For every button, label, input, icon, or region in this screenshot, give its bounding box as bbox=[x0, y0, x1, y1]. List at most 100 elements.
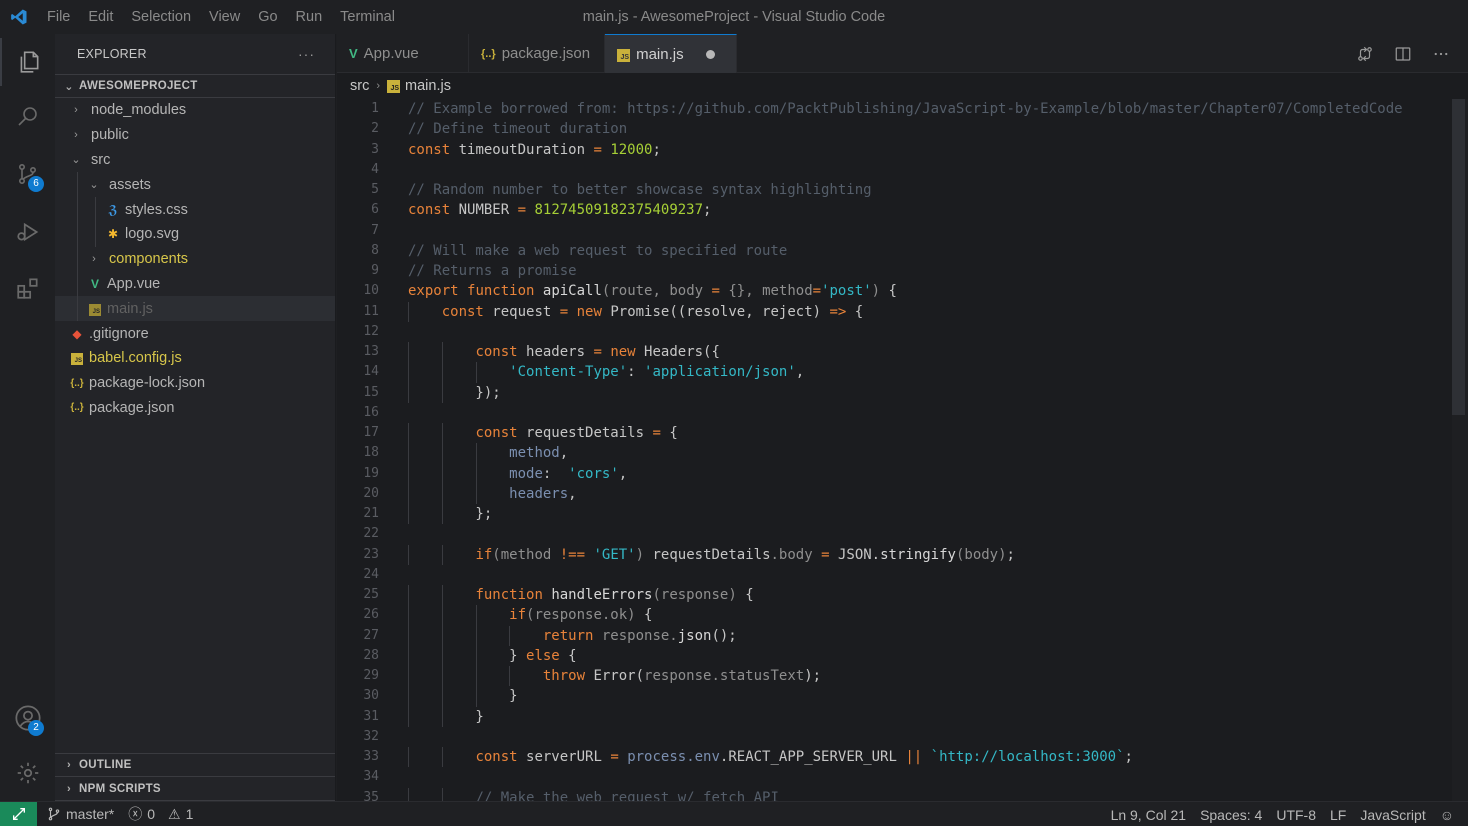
tab-main-js[interactable]: JS main.js bbox=[605, 34, 738, 73]
code-token: const bbox=[475, 749, 518, 765]
tree-item-node-modules[interactable]: › node_modules bbox=[55, 98, 335, 123]
unsaved-dot-icon[interactable] bbox=[705, 49, 715, 59]
npm-scripts-section-header[interactable]: › NPM SCRIPTS bbox=[55, 777, 335, 801]
menu-selection[interactable]: Selection bbox=[122, 9, 200, 25]
breadcrumb-file[interactable]: main.js bbox=[405, 78, 451, 94]
code-line[interactable] bbox=[408, 160, 1452, 180]
code-line[interactable]: } else { bbox=[408, 645, 1452, 666]
menu-terminal[interactable]: Terminal bbox=[331, 9, 404, 25]
code-line[interactable]: export function apiCall(route, body = {}… bbox=[408, 281, 1452, 301]
encoding[interactable]: UTF-8 bbox=[1276, 807, 1316, 823]
code-line[interactable] bbox=[408, 727, 1452, 747]
code-line[interactable]: } bbox=[408, 706, 1452, 727]
indentation[interactable]: Spaces: 4 bbox=[1200, 807, 1262, 823]
code-line[interactable]: // Returns a promise bbox=[408, 261, 1452, 281]
tree-item-assets[interactable]: ⌄ assets bbox=[55, 172, 335, 198]
js-file-icon: JS bbox=[85, 302, 105, 316]
code-editor[interactable]: 1 2 3 4 5 6 7 8 9 10 11 12 13 14 15 16 17 18 19 20 21 22 23 24 2… bbox=[337, 99, 1468, 801]
tree-item-package-lock-json[interactable]: {..} package-lock.json bbox=[55, 371, 335, 396]
project-section-header[interactable]: ⌄ AWESOMEPROJECT bbox=[55, 74, 335, 98]
code-line[interactable] bbox=[408, 221, 1452, 241]
indent-guide bbox=[441, 362, 443, 383]
more-actions-icon[interactable] bbox=[1432, 45, 1450, 63]
problems-status[interactable]: ⓧ 0 ⚠ 1 bbox=[128, 804, 193, 824]
menu-edit[interactable]: Edit bbox=[79, 9, 122, 25]
code-line[interactable] bbox=[408, 403, 1452, 423]
code-line[interactable]: }); bbox=[408, 382, 1452, 403]
code-token: const bbox=[475, 344, 518, 360]
menu-view[interactable]: View bbox=[200, 9, 249, 25]
indent-guide bbox=[77, 246, 78, 272]
branch-status[interactable]: master* bbox=[47, 806, 114, 822]
code-line[interactable]: return response.json(); bbox=[408, 625, 1452, 646]
code-line[interactable]: const timeoutDuration = 12000; bbox=[408, 140, 1452, 160]
menu-run[interactable]: Run bbox=[287, 9, 332, 25]
tree-item-main-js[interactable]: JS main.js bbox=[55, 296, 335, 322]
code-line[interactable] bbox=[408, 767, 1452, 787]
tree-item-babel-config-js[interactable]: JS babel.config.js bbox=[55, 346, 335, 371]
tree-item-gitignore[interactable]: ◆ .gitignore bbox=[55, 321, 335, 346]
code-line[interactable]: // Will make a web request to specified … bbox=[408, 241, 1452, 261]
tab-package-json[interactable]: {..} package.json bbox=[469, 34, 606, 73]
accounts-activity-button[interactable]: 2 bbox=[0, 694, 55, 742]
tree-item-app-vue[interactable]: V App.vue bbox=[55, 271, 335, 297]
code-line[interactable]: throw Error(response.statusText); bbox=[408, 666, 1452, 687]
tree-item-styles-css[interactable]: ℨ styles.css bbox=[55, 197, 335, 222]
source-control-activity-button[interactable]: 6 bbox=[0, 150, 55, 198]
code-line[interactable]: } bbox=[408, 686, 1452, 707]
extensions-activity-button[interactable] bbox=[0, 264, 55, 312]
code-line[interactable]: headers, bbox=[408, 483, 1452, 504]
manage-activity-button[interactable] bbox=[0, 749, 55, 797]
explorer-more-actions-button[interactable]: ··· bbox=[298, 46, 315, 62]
tree-item-components[interactable]: › components bbox=[55, 246, 335, 272]
menu-go[interactable]: Go bbox=[249, 9, 286, 25]
line-number: 2 bbox=[371, 121, 379, 137]
code-line[interactable]: }; bbox=[408, 504, 1452, 525]
language-mode[interactable]: JavaScript bbox=[1360, 807, 1425, 823]
vertical-scrollbar[interactable] bbox=[1452, 99, 1468, 801]
tree-item-public[interactable]: › public bbox=[55, 123, 335, 148]
code-lines[interactable]: // Example borrowed from: https://github… bbox=[408, 99, 1452, 801]
feedback-icon[interactable]: ☺ bbox=[1440, 807, 1454, 823]
code-line[interactable]: function handleErrors(response) { bbox=[408, 585, 1452, 606]
code-line[interactable]: // Random number to better showcase synt… bbox=[408, 180, 1452, 200]
code-line[interactable]: method, bbox=[408, 443, 1452, 464]
split-editor-icon[interactable] bbox=[1394, 45, 1412, 63]
outline-section-header[interactable]: › OUTLINE bbox=[55, 753, 335, 777]
compare-changes-icon[interactable] bbox=[1356, 45, 1374, 63]
code-line[interactable]: mode: 'cors', bbox=[408, 463, 1452, 484]
tree-item-package-json[interactable]: {..} package.json bbox=[55, 396, 335, 421]
scrollbar-thumb[interactable] bbox=[1452, 99, 1465, 415]
code-line[interactable]: const NUMBER = 81274509182375409237; bbox=[408, 200, 1452, 220]
code-line[interactable] bbox=[408, 322, 1452, 342]
line-number: 4 bbox=[371, 161, 379, 177]
menu-file[interactable]: File bbox=[37, 9, 79, 25]
code-line[interactable] bbox=[408, 524, 1452, 544]
cursor-position[interactable]: Ln 9, Col 21 bbox=[1111, 807, 1187, 823]
code-line[interactable]: if(method !== 'GET') requestDetails.body… bbox=[408, 544, 1452, 565]
code-line[interactable]: const requestDetails = { bbox=[408, 423, 1452, 444]
end-of-line[interactable]: LF bbox=[1330, 807, 1346, 823]
explorer-activity-button[interactable] bbox=[0, 38, 55, 86]
indent-guide bbox=[509, 666, 511, 687]
code-line[interactable] bbox=[408, 565, 1452, 585]
code-line[interactable]: 'Content-Type': 'application/json', bbox=[408, 362, 1452, 383]
code-line[interactable]: const headers = new Headers({ bbox=[408, 342, 1452, 363]
code-line[interactable]: const request = new Promise((resolve, re… bbox=[408, 301, 1452, 322]
search-activity-button[interactable] bbox=[0, 92, 55, 140]
code-line[interactable]: const serverURL = process.env.REACT_APP_… bbox=[408, 747, 1452, 768]
code-line[interactable]: if(response.ok) { bbox=[408, 605, 1452, 626]
run-debug-activity-button[interactable] bbox=[0, 208, 55, 256]
indent-guide bbox=[408, 544, 409, 565]
breadcrumb-folder[interactable]: src bbox=[350, 78, 369, 94]
code-line[interactable]: // Example borrowed from: https://github… bbox=[408, 99, 1452, 119]
code-line[interactable]: // Make the web request w/ fetch API bbox=[408, 787, 1452, 801]
tree-item-src[interactable]: ⌄ src bbox=[55, 148, 335, 173]
code-line[interactable]: // Define timeout duration bbox=[408, 119, 1452, 139]
code-token: = bbox=[593, 344, 602, 360]
tab-app-vue[interactable]: V App.vue bbox=[337, 34, 469, 73]
line-number: 5 bbox=[371, 182, 379, 197]
tree-item-logo-svg[interactable]: ✱ logo.svg bbox=[55, 221, 335, 247]
code-token: function bbox=[467, 283, 535, 300]
remote-indicator[interactable] bbox=[0, 801, 37, 826]
